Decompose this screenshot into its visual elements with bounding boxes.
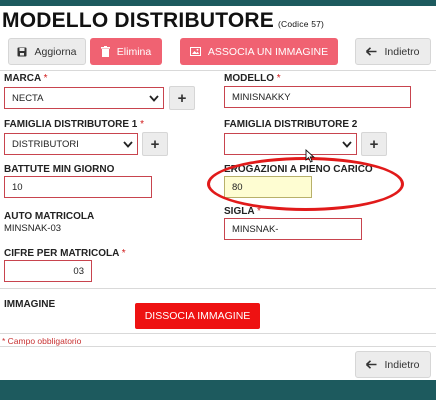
indietro-button[interactable]: Indietro bbox=[355, 38, 431, 65]
immagine-label: IMMAGINE bbox=[4, 299, 56, 310]
famiglia-1-select[interactable]: DISTRIBUTORI bbox=[4, 133, 138, 155]
plus-icon: + bbox=[177, 89, 187, 107]
erogazioni-label: EROGAZIONI A PIENO CARICO bbox=[224, 164, 373, 175]
plus-icon: + bbox=[369, 135, 379, 153]
modello-value: MINISNAKKY bbox=[232, 91, 291, 103]
famiglia-1-value: DISTRIBUTORI bbox=[12, 138, 79, 150]
auto-matricola-value: MINSNAK-03 bbox=[4, 223, 62, 234]
aggiorna-label: Aggiorna bbox=[34, 45, 77, 58]
indietro-footer-button[interactable]: Indietro bbox=[355, 351, 431, 378]
add-famiglia-2-button[interactable]: + bbox=[361, 132, 387, 156]
associa-immagine-label: ASSOCIA UN IMMAGINE bbox=[207, 45, 329, 58]
indietro-footer-label: Indietro bbox=[384, 358, 420, 371]
trash-icon bbox=[100, 46, 110, 57]
image-icon bbox=[189, 47, 201, 56]
battute-label: BATTUTE MIN GIORNO bbox=[4, 164, 115, 175]
erogazioni-value: 80 bbox=[232, 181, 243, 193]
add-famiglia-1-button[interactable]: + bbox=[142, 132, 168, 156]
immagine-divider-bottom bbox=[0, 333, 436, 334]
arrow-left-icon bbox=[366, 360, 377, 369]
mouse-cursor-icon bbox=[305, 149, 315, 163]
associa-immagine-button[interactable]: ASSOCIA UN IMMAGINE bbox=[180, 38, 338, 65]
erogazioni-input[interactable]: 80 bbox=[224, 176, 312, 198]
page-title-text: MODELLO DISTRIBUTORE bbox=[2, 9, 274, 32]
sigla-label: SIGLA * bbox=[224, 206, 261, 217]
dissocia-immagine-label: DISSOCIA IMMAGINE bbox=[144, 310, 251, 322]
auto-matricola-label: AUTO MATRICOLA bbox=[4, 211, 95, 222]
aggiorna-button[interactable]: Aggiorna bbox=[8, 38, 86, 65]
toolbar-divider bbox=[0, 70, 436, 71]
elimina-button[interactable]: Elimina bbox=[90, 38, 162, 65]
elimina-label: Elimina bbox=[116, 45, 152, 58]
immagine-divider-top bbox=[0, 288, 436, 289]
cifre-input[interactable]: 03 bbox=[4, 260, 92, 282]
modello-input[interactable]: MINISNAKKY bbox=[224, 86, 411, 108]
chevron-down-icon bbox=[123, 140, 133, 148]
footer-divider bbox=[0, 346, 436, 347]
sigla-input[interactable]: MINSNAK- bbox=[224, 218, 362, 240]
page-title: MODELLO DISTRIBUTORE (Codice 57) bbox=[2, 9, 324, 33]
marca-value: NECTA bbox=[12, 92, 44, 104]
famiglia-1-label: FAMIGLIA DISTRIBUTORE 1 * bbox=[4, 119, 145, 130]
arrow-left-icon bbox=[366, 47, 377, 56]
cifre-value: 03 bbox=[73, 265, 84, 277]
battute-value: 10 bbox=[12, 181, 23, 193]
sigla-value: MINSNAK- bbox=[232, 223, 279, 235]
top-bar bbox=[0, 0, 436, 6]
marca-select[interactable]: NECTA bbox=[4, 87, 164, 109]
modello-label: MODELLO * bbox=[224, 73, 281, 84]
bottom-bar bbox=[0, 380, 436, 400]
floppy-icon bbox=[17, 47, 27, 57]
famiglia-2-label: FAMIGLIA DISTRIBUTORE 2 bbox=[224, 119, 358, 130]
marca-label: MARCA * bbox=[4, 73, 48, 84]
chevron-down-icon bbox=[342, 140, 352, 148]
battute-input[interactable]: 10 bbox=[4, 176, 152, 198]
dissocia-immagine-button[interactable]: DISSOCIA IMMAGINE bbox=[135, 303, 260, 329]
cifre-label: CIFRE PER MATRICOLA * bbox=[4, 248, 126, 259]
indietro-label: Indietro bbox=[384, 45, 420, 58]
add-marca-button[interactable]: + bbox=[169, 86, 195, 110]
famiglia-2-select[interactable] bbox=[224, 133, 357, 155]
page-code: (Codice 57) bbox=[277, 19, 325, 29]
required-note: * Campo obbligatorio bbox=[2, 336, 82, 346]
plus-icon: + bbox=[150, 135, 160, 153]
chevron-down-icon bbox=[149, 94, 159, 102]
